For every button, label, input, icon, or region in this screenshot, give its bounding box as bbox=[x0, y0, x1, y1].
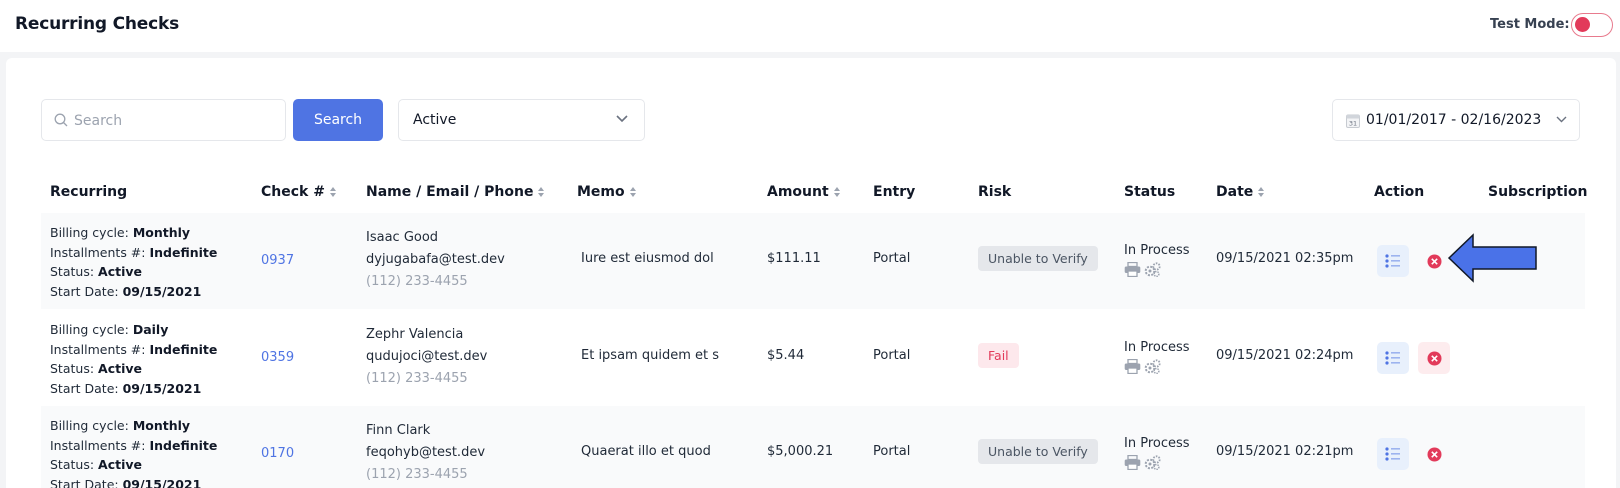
close-circle-icon bbox=[1427, 447, 1441, 461]
risk-badge: Unable to Verify bbox=[978, 246, 1098, 271]
chevron-down-icon bbox=[616, 115, 628, 123]
column-header-recurring: Recurring bbox=[50, 184, 128, 200]
column-header-status: Status bbox=[1124, 184, 1176, 200]
sort-icon[interactable] bbox=[1257, 186, 1265, 198]
arrow-left-icon bbox=[1447, 233, 1537, 283]
chevron-down-icon bbox=[1556, 116, 1567, 123]
check-status: In Process bbox=[1124, 340, 1190, 374]
column-header-entry: Entry bbox=[873, 184, 916, 200]
cancel-subscription-button[interactable] bbox=[1418, 342, 1450, 374]
test-mode-toggle[interactable] bbox=[1571, 13, 1613, 37]
column-header-subscription: Subscription bbox=[1488, 184, 1588, 200]
date: 09/15/2021 02:21pm bbox=[1216, 444, 1354, 459]
risk-badge: Unable to Verify bbox=[978, 439, 1098, 464]
amount: $5,000.21 bbox=[767, 444, 834, 459]
search-button[interactable]: Search bbox=[293, 99, 383, 141]
check-number-link[interactable]: 0937 bbox=[261, 253, 294, 268]
customer-name: Finn Clark bbox=[366, 423, 431, 438]
customer-name: Zephr Valencia bbox=[366, 327, 464, 342]
search-field[interactable] bbox=[41, 99, 286, 141]
check-status: In Process bbox=[1124, 436, 1190, 470]
page-title: Recurring Checks bbox=[15, 14, 179, 34]
customer-email: qudujoci@test.dev bbox=[366, 349, 488, 364]
close-circle-icon bbox=[1427, 254, 1441, 268]
contact-info: Isaac Good dyjugabafa@test.dev (112) 233… bbox=[366, 227, 505, 293]
date: 09/15/2021 02:24pm bbox=[1216, 348, 1354, 363]
table-row: Billing cycle: Monthly Installments #: I… bbox=[41, 406, 1585, 488]
details-button[interactable] bbox=[1377, 245, 1409, 277]
gears-icon bbox=[1144, 455, 1161, 470]
recurring-info: Billing cycle: Monthly Installments #: I… bbox=[50, 418, 218, 488]
column-header-action: Action bbox=[1374, 184, 1425, 200]
check-number-link[interactable]: 0170 bbox=[261, 446, 294, 461]
date-range-picker[interactable]: 31 01/01/2017 - 02/16/2023 bbox=[1332, 99, 1580, 141]
status-filter-select[interactable]: Active bbox=[398, 99, 645, 141]
search-icon bbox=[54, 113, 68, 127]
customer-phone: (112) 233-4455 bbox=[366, 467, 468, 482]
top-bar: Recurring Checks Test Mode: bbox=[0, 0, 1620, 52]
memo: Et ipsam quidem et s bbox=[581, 348, 719, 363]
list-icon bbox=[1385, 254, 1400, 268]
column-header-date[interactable]: Date bbox=[1216, 184, 1265, 200]
sort-icon[interactable] bbox=[629, 186, 637, 198]
date-range-value: 01/01/2017 - 02/16/2023 bbox=[1366, 112, 1542, 128]
risk-badge: Fail bbox=[978, 343, 1019, 368]
customer-email: feqohyb@test.dev bbox=[366, 445, 486, 460]
printer-icon bbox=[1124, 359, 1141, 374]
gears-icon bbox=[1144, 359, 1161, 374]
check-number-link[interactable]: 0359 bbox=[261, 350, 294, 365]
cancel-subscription-button[interactable] bbox=[1418, 438, 1450, 470]
search-input[interactable] bbox=[74, 110, 274, 132]
test-mode-label: Test Mode: bbox=[1490, 17, 1570, 32]
recurring-info: Billing cycle: Daily Installments #: Ind… bbox=[50, 322, 218, 396]
list-icon bbox=[1385, 351, 1400, 365]
amount: $111.11 bbox=[767, 251, 821, 266]
toggle-knob bbox=[1575, 17, 1590, 32]
column-header-risk: Risk bbox=[978, 184, 1012, 200]
sort-icon[interactable] bbox=[537, 186, 545, 198]
recurring-info: Billing cycle: Monthly Installments #: I… bbox=[50, 225, 218, 299]
customer-phone: (112) 233-4455 bbox=[366, 371, 468, 386]
status-filter-value: Active bbox=[413, 112, 457, 128]
check-status: In Process bbox=[1124, 243, 1190, 277]
details-button[interactable] bbox=[1377, 342, 1409, 374]
calendar-icon: 31 bbox=[1346, 114, 1360, 128]
cancel-subscription-button[interactable] bbox=[1418, 245, 1450, 277]
contact-info: Finn Clark feqohyb@test.dev (112) 233-44… bbox=[366, 420, 485, 486]
gears-icon bbox=[1144, 262, 1161, 277]
entry: Portal bbox=[873, 251, 911, 266]
amount: $5.44 bbox=[767, 348, 805, 363]
memo: Iure est eiusmod dol bbox=[581, 251, 714, 266]
contact-info: Zephr Valencia qudujoci@test.dev (112) 2… bbox=[366, 324, 487, 390]
sort-icon[interactable] bbox=[329, 186, 337, 198]
column-header-memo[interactable]: Memo bbox=[577, 184, 637, 200]
customer-email: dyjugabafa@test.dev bbox=[366, 252, 505, 267]
table-row: Billing cycle: Daily Installments #: Ind… bbox=[41, 310, 1585, 406]
list-icon bbox=[1385, 447, 1400, 461]
printer-icon bbox=[1124, 262, 1141, 277]
close-circle-icon bbox=[1427, 351, 1441, 365]
column-header-check-number[interactable]: Check # bbox=[261, 184, 337, 200]
customer-name: Isaac Good bbox=[366, 230, 439, 245]
date: 09/15/2021 02:35pm bbox=[1216, 251, 1354, 266]
sort-icon[interactable] bbox=[833, 186, 841, 198]
column-header-name-email-phone[interactable]: Name / Email / Phone bbox=[366, 184, 545, 200]
customer-phone: (112) 233-4455 bbox=[366, 274, 468, 289]
details-button[interactable] bbox=[1377, 438, 1409, 470]
memo: Quaerat illo et quod bbox=[581, 444, 711, 459]
column-header-amount[interactable]: Amount bbox=[767, 184, 841, 200]
entry: Portal bbox=[873, 348, 911, 363]
printer-icon bbox=[1124, 455, 1141, 470]
entry: Portal bbox=[873, 444, 911, 459]
svg-text:31: 31 bbox=[1349, 120, 1357, 128]
table-row: Billing cycle: Monthly Installments #: I… bbox=[41, 213, 1585, 309]
